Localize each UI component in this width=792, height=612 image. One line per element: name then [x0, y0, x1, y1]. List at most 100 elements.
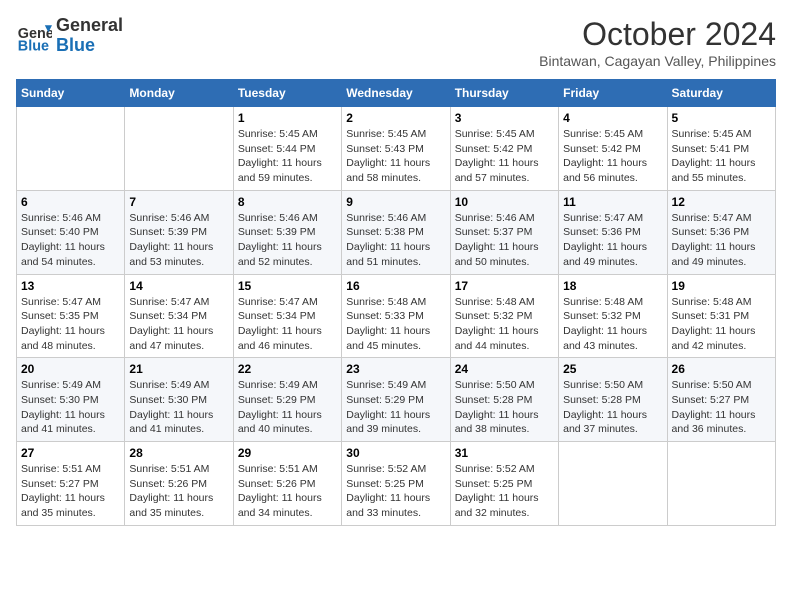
day-info: Sunrise: 5:50 AM Sunset: 5:27 PM Dayligh…: [672, 378, 771, 437]
calendar-cell: 18 Sunrise: 5:48 AM Sunset: 5:32 PM Dayli…: [559, 274, 667, 358]
day-number: 22: [238, 362, 337, 376]
calendar-cell: 8Sunrise: 5:46 AM Sunset: 5:39 PM Daylig…: [233, 190, 341, 274]
day-info: Sunrise: 5:52 AM Sunset: 5:25 PM Dayligh…: [455, 462, 554, 521]
day-info: Sunrise: 5:46 AM Sunset: 5:40 PM Dayligh…: [21, 211, 120, 270]
day-number: 16: [346, 279, 445, 293]
day-info: Sunrise: 5:51 AM Sunset: 5:26 PM Dayligh…: [238, 462, 337, 521]
calendar-week-row: 6 Sunrise: 5:46 AM Sunset: 5:40 PM Daylig…: [17, 190, 776, 274]
calendar-cell: 31 Sunrise: 5:52 AM Sunset: 5:25 PM Dayli…: [450, 442, 558, 526]
day-info: Sunrise: 5:47 AM Sunset: 5:36 PM Dayligh…: [672, 211, 771, 270]
logo-text: General Blue: [56, 16, 123, 56]
calendar-cell: 27Sunrise: 5:51 AM Sunset: 5:27 PM Dayli…: [17, 442, 125, 526]
calendar-cell: 1 Sunrise: 5:45 AM Sunset: 5:44 PM Daylig…: [233, 107, 341, 191]
day-number: 2: [346, 111, 445, 125]
calendar-cell: [17, 107, 125, 191]
calendar-cell: 23 Sunrise: 5:49 AM Sunset: 5:29 PM Dayli…: [342, 358, 450, 442]
calendar-table: SundayMondayTuesdayWednesdayThursdayFrid…: [16, 79, 776, 526]
calendar-cell: 26Sunrise: 5:50 AM Sunset: 5:27 PM Dayli…: [667, 358, 775, 442]
page-header: General Blue General Blue October 2024 B…: [16, 16, 776, 69]
day-info: Sunrise: 5:46 AM Sunset: 5:39 PM Dayligh…: [238, 211, 337, 270]
day-info: Sunrise: 5:51 AM Sunset: 5:26 PM Dayligh…: [129, 462, 228, 521]
day-info: Sunrise: 5:49 AM Sunset: 5:30 PM Dayligh…: [129, 378, 228, 437]
calendar-cell: 19 Sunrise: 5:48 AM Sunset: 5:31 PM Dayli…: [667, 274, 775, 358]
weekday-header: Saturday: [667, 80, 775, 107]
calendar-cell: 20 Sunrise: 5:49 AM Sunset: 5:30 PM Dayli…: [17, 358, 125, 442]
day-number: 15: [238, 279, 337, 293]
day-number: 12: [672, 195, 771, 209]
day-number: 1: [238, 111, 337, 125]
calendar-cell: 14Sunrise: 5:47 AM Sunset: 5:34 PM Dayli…: [125, 274, 233, 358]
calendar-cell: 9Sunrise: 5:46 AM Sunset: 5:38 PM Daylig…: [342, 190, 450, 274]
day-info: Sunrise: 5:50 AM Sunset: 5:28 PM Dayligh…: [455, 378, 554, 437]
calendar-cell: 15Sunrise: 5:47 AM Sunset: 5:34 PM Dayli…: [233, 274, 341, 358]
calendar-cell: 5 Sunrise: 5:45 AM Sunset: 5:41 PM Daylig…: [667, 107, 775, 191]
calendar-week-row: 1 Sunrise: 5:45 AM Sunset: 5:44 PM Daylig…: [17, 107, 776, 191]
day-info: Sunrise: 5:51 AM Sunset: 5:27 PM Dayligh…: [21, 462, 120, 521]
day-info: Sunrise: 5:45 AM Sunset: 5:42 PM Dayligh…: [455, 127, 554, 186]
calendar-week-row: 20 Sunrise: 5:49 AM Sunset: 5:30 PM Dayli…: [17, 358, 776, 442]
day-number: 10: [455, 195, 554, 209]
day-number: 28: [129, 446, 228, 460]
calendar-cell: 4 Sunrise: 5:45 AM Sunset: 5:42 PM Daylig…: [559, 107, 667, 191]
calendar-cell: [667, 442, 775, 526]
day-info: Sunrise: 5:47 AM Sunset: 5:36 PM Dayligh…: [563, 211, 662, 270]
calendar-header-row: SundayMondayTuesdayWednesdayThursdayFrid…: [17, 80, 776, 107]
day-info: Sunrise: 5:49 AM Sunset: 5:29 PM Dayligh…: [238, 378, 337, 437]
calendar-cell: 13Sunrise: 5:47 AM Sunset: 5:35 PM Dayli…: [17, 274, 125, 358]
calendar-cell: 16 Sunrise: 5:48 AM Sunset: 5:33 PM Dayli…: [342, 274, 450, 358]
day-info: Sunrise: 5:48 AM Sunset: 5:33 PM Dayligh…: [346, 295, 445, 354]
logo-icon: General Blue: [16, 18, 52, 54]
calendar-cell: 25Sunrise: 5:50 AM Sunset: 5:28 PM Dayli…: [559, 358, 667, 442]
day-number: 31: [455, 446, 554, 460]
month-title: October 2024: [539, 16, 776, 53]
weekday-header: Thursday: [450, 80, 558, 107]
day-info: Sunrise: 5:48 AM Sunset: 5:32 PM Dayligh…: [563, 295, 662, 354]
day-info: Sunrise: 5:45 AM Sunset: 5:44 PM Dayligh…: [238, 127, 337, 186]
day-info: Sunrise: 5:45 AM Sunset: 5:41 PM Dayligh…: [672, 127, 771, 186]
day-info: Sunrise: 5:45 AM Sunset: 5:43 PM Dayligh…: [346, 127, 445, 186]
day-info: Sunrise: 5:52 AM Sunset: 5:25 PM Dayligh…: [346, 462, 445, 521]
day-number: 6: [21, 195, 120, 209]
day-number: 23: [346, 362, 445, 376]
calendar-cell: 12 Sunrise: 5:47 AM Sunset: 5:36 PM Dayli…: [667, 190, 775, 274]
day-info: Sunrise: 5:46 AM Sunset: 5:37 PM Dayligh…: [455, 211, 554, 270]
weekday-header: Tuesday: [233, 80, 341, 107]
day-info: Sunrise: 5:46 AM Sunset: 5:39 PM Dayligh…: [129, 211, 228, 270]
weekday-header: Friday: [559, 80, 667, 107]
day-number: 19: [672, 279, 771, 293]
day-number: 4: [563, 111, 662, 125]
day-number: 21: [129, 362, 228, 376]
title-area: October 2024 Bintawan, Cagayan Valley, P…: [539, 16, 776, 69]
svg-text:Blue: Blue: [18, 38, 49, 54]
day-info: Sunrise: 5:49 AM Sunset: 5:30 PM Dayligh…: [21, 378, 120, 437]
weekday-header: Monday: [125, 80, 233, 107]
day-number: 3: [455, 111, 554, 125]
calendar-week-row: 13Sunrise: 5:47 AM Sunset: 5:35 PM Dayli…: [17, 274, 776, 358]
calendar-cell: 30 Sunrise: 5:52 AM Sunset: 5:25 PM Dayli…: [342, 442, 450, 526]
day-number: 25: [563, 362, 662, 376]
day-number: 13: [21, 279, 120, 293]
calendar-cell: 3 Sunrise: 5:45 AM Sunset: 5:42 PM Daylig…: [450, 107, 558, 191]
day-number: 24: [455, 362, 554, 376]
day-info: Sunrise: 5:47 AM Sunset: 5:34 PM Dayligh…: [129, 295, 228, 354]
calendar-week-row: 27Sunrise: 5:51 AM Sunset: 5:27 PM Dayli…: [17, 442, 776, 526]
calendar-cell: 21 Sunrise: 5:49 AM Sunset: 5:30 PM Dayli…: [125, 358, 233, 442]
calendar-cell: 2 Sunrise: 5:45 AM Sunset: 5:43 PM Daylig…: [342, 107, 450, 191]
logo: General Blue General Blue: [16, 16, 123, 56]
day-number: 29: [238, 446, 337, 460]
day-info: Sunrise: 5:48 AM Sunset: 5:31 PM Dayligh…: [672, 295, 771, 354]
day-number: 11: [563, 195, 662, 209]
calendar-cell: 7Sunrise: 5:46 AM Sunset: 5:39 PM Daylig…: [125, 190, 233, 274]
calendar-cell: 11 Sunrise: 5:47 AM Sunset: 5:36 PM Dayli…: [559, 190, 667, 274]
day-number: 30: [346, 446, 445, 460]
day-number: 5: [672, 111, 771, 125]
day-info: Sunrise: 5:48 AM Sunset: 5:32 PM Dayligh…: [455, 295, 554, 354]
day-number: 18: [563, 279, 662, 293]
calendar-cell: 17Sunrise: 5:48 AM Sunset: 5:32 PM Dayli…: [450, 274, 558, 358]
day-info: Sunrise: 5:49 AM Sunset: 5:29 PM Dayligh…: [346, 378, 445, 437]
day-number: 20: [21, 362, 120, 376]
day-info: Sunrise: 5:45 AM Sunset: 5:42 PM Dayligh…: [563, 127, 662, 186]
weekday-header: Wednesday: [342, 80, 450, 107]
calendar-cell: 29 Sunrise: 5:51 AM Sunset: 5:26 PM Dayli…: [233, 442, 341, 526]
calendar-cell: 24 Sunrise: 5:50 AM Sunset: 5:28 PM Dayli…: [450, 358, 558, 442]
